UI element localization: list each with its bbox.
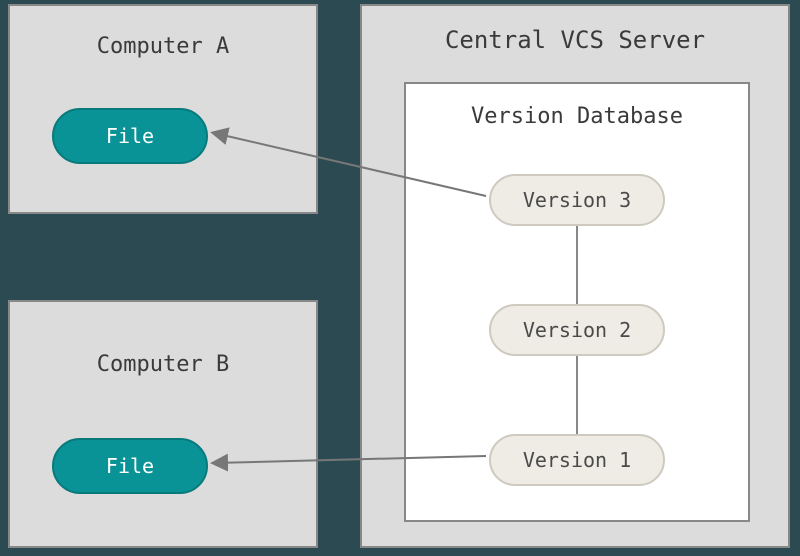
pill-version-2: Version 2 xyxy=(489,304,665,356)
connector-v3-v2 xyxy=(576,226,578,304)
file-label-b: File xyxy=(106,454,154,478)
file-label-a: File xyxy=(106,124,154,148)
title-server: Central VCS Server xyxy=(362,26,788,54)
connector-v2-v1 xyxy=(576,356,578,434)
file-pill-computer-a: File xyxy=(52,108,208,164)
title-computer-a: Computer A xyxy=(10,34,316,59)
title-version-database: Version Database xyxy=(406,104,748,129)
file-pill-computer-b: File xyxy=(52,438,208,494)
label-version-2: Version 2 xyxy=(523,318,631,342)
label-version-1: Version 1 xyxy=(523,448,631,472)
box-server: Central VCS Server Version Database Vers… xyxy=(360,4,790,548)
box-version-database: Version Database Version 3 Version 2 Ver… xyxy=(404,82,750,522)
pill-version-1: Version 1 xyxy=(489,434,665,486)
pill-version-3: Version 3 xyxy=(489,174,665,226)
diagram-canvas: Computer A File Computer B File Central … xyxy=(0,0,800,556)
box-computer-b: Computer B File xyxy=(8,300,318,548)
title-computer-b: Computer B xyxy=(10,352,316,377)
box-computer-a: Computer A File xyxy=(8,4,318,214)
label-version-3: Version 3 xyxy=(523,188,631,212)
